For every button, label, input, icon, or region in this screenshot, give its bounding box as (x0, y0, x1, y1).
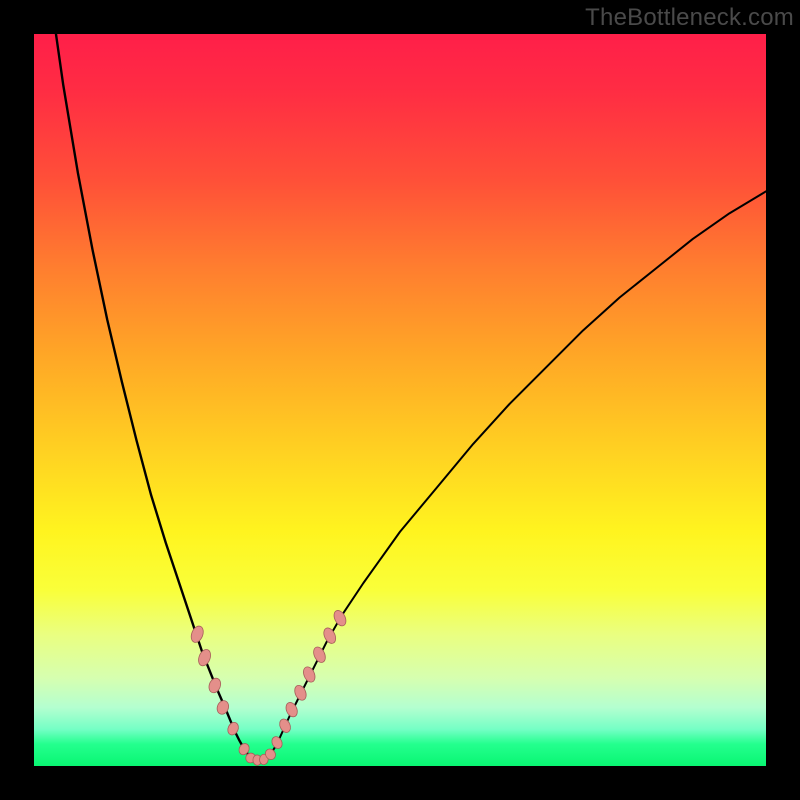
curve-right-branch (268, 191, 766, 756)
data-marker (311, 645, 327, 664)
chart-frame: TheBottleneck.com (0, 0, 800, 800)
data-marker (332, 608, 349, 627)
data-marker (301, 665, 317, 684)
marker-layer (189, 608, 348, 765)
data-marker (207, 676, 223, 694)
data-marker (226, 721, 241, 737)
data-marker (278, 717, 293, 734)
chart-svg (34, 34, 766, 766)
data-marker (270, 735, 284, 750)
data-marker (293, 684, 309, 702)
data-marker (196, 648, 213, 668)
curve-left-branch (56, 34, 250, 756)
data-marker (189, 624, 206, 644)
watermark-text: TheBottleneck.com (585, 4, 794, 32)
data-marker (321, 626, 338, 645)
plot-area (34, 34, 766, 766)
data-marker (284, 701, 300, 719)
curve-layer (56, 34, 766, 759)
